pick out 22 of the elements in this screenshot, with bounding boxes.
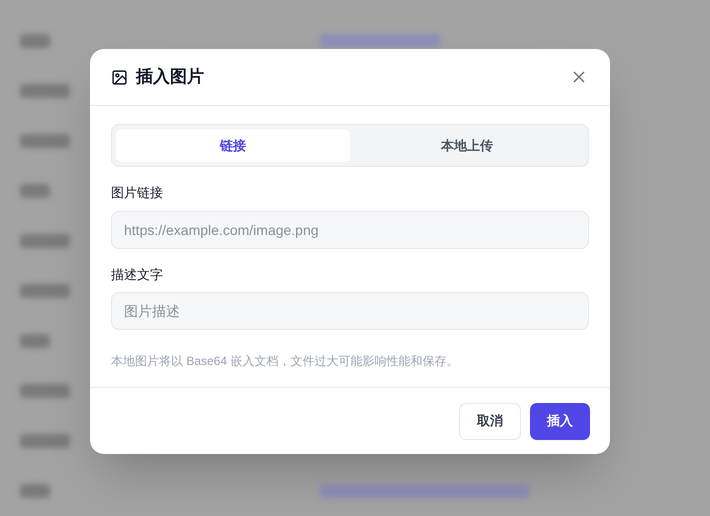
tab[interactable]: 链接 — [116, 129, 350, 162]
blurred-text — [20, 34, 50, 48]
insert-button[interactable]: 插入 — [530, 402, 590, 440]
input-field[interactable]: https://example.com/image.png — [111, 210, 589, 248]
tab[interactable]: 本地上传 — [350, 129, 584, 162]
field-label: 图片链接 — [111, 184, 164, 202]
field-label: 描述文字 — [111, 266, 164, 284]
blurred-text — [20, 234, 70, 248]
close-icon — [573, 71, 585, 83]
image-icon — [111, 68, 128, 86]
blurred-text — [20, 334, 50, 348]
dialog-title: 插入图片 — [136, 66, 204, 88]
blurred-text — [20, 434, 70, 448]
input-field[interactable]: 图片描述 — [111, 292, 589, 330]
hint-text: 本地图片将以 Base64 嵌入文档，文件过大可能影响性能和保存。 — [111, 353, 460, 370]
blurred-text — [20, 134, 70, 148]
blurred-text — [20, 484, 50, 498]
blurred-text — [20, 84, 70, 98]
blurred-text — [20, 184, 50, 198]
blurred-text — [20, 284, 70, 298]
cancel-button[interactable]: 取消 — [459, 402, 521, 440]
blurred-text — [20, 384, 70, 398]
